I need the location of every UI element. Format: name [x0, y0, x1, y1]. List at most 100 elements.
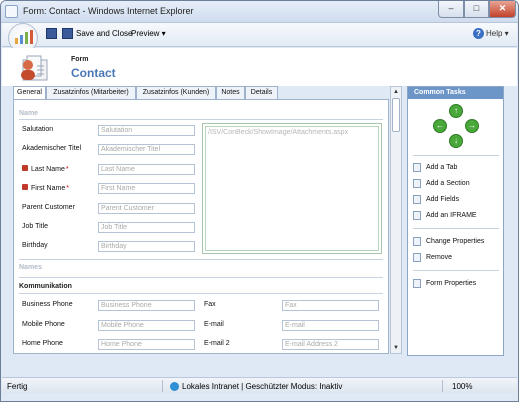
arrow-up-icon[interactable]: ↑: [449, 104, 463, 118]
properties-icon: [413, 237, 421, 246]
common-tasks-title: Common Tasks: [408, 87, 503, 99]
section-name-header: Name: [19, 110, 39, 117]
first-name-field[interactable]: First Name: [98, 183, 195, 194]
page-title: Contact: [71, 66, 116, 80]
status-divider: [162, 380, 163, 392]
tab-zusatzinfos-mitarbeiter[interactable]: Zusatzinfos (Mitarbeiter): [46, 86, 136, 99]
fax-field[interactable]: Fax: [282, 300, 379, 311]
label-first-name-text: First Name: [31, 185, 66, 192]
required-marker: *: [66, 185, 69, 192]
form-canvas: Name Salutation Salutation Akademischer …: [13, 99, 389, 354]
save-icon[interactable]: [46, 28, 57, 39]
common-tasks-panel: Common Tasks ↑ ← → ↓ Add a Tab Add a Sec…: [407, 86, 504, 356]
form-properties-icon: [413, 279, 421, 288]
status-bar: Fertig Lokales Intranet | Geschützter Mo…: [2, 377, 517, 393]
required-marker: *: [65, 166, 69, 173]
security-zone-text: Lokales Intranet | Geschützter Modus: In…: [182, 382, 343, 391]
toolbar: Save and Close Preview ▾ ? Help ▾: [2, 23, 517, 53]
ie-page-icon: [5, 5, 18, 18]
add-tab-label: Add a Tab: [426, 164, 458, 171]
add-tab-icon: [413, 163, 421, 172]
add-fields-link[interactable]: Add Fields: [413, 195, 499, 205]
remove-link[interactable]: Remove: [413, 253, 499, 263]
email-field[interactable]: E-mail: [282, 320, 379, 331]
email-2-field[interactable]: E-mail Address 2: [282, 339, 379, 350]
tasks-divider: [413, 228, 499, 229]
add-iframe-icon: [413, 211, 421, 220]
contact-card-icon: [17, 52, 49, 82]
scroll-thumb[interactable]: [392, 98, 400, 132]
minimize-button[interactable]: –: [438, 1, 464, 18]
label-birthday: Birthday: [22, 242, 48, 249]
add-fields-label: Add Fields: [426, 196, 460, 203]
akademischer-titel-field[interactable]: Akademischer Titel: [98, 144, 195, 155]
remove-icon: [413, 253, 421, 262]
job-title-field[interactable]: Job Title: [98, 222, 195, 233]
label-home-phone: Home Phone: [22, 340, 63, 347]
tab-details[interactable]: Details: [245, 86, 278, 99]
arrow-down-icon[interactable]: ↓: [449, 134, 463, 148]
arrow-left-icon[interactable]: ←: [433, 119, 447, 133]
form-properties-label: Form Properties: [426, 280, 477, 287]
iframe-url: /ISV/ConBeck/ShowImage/Attachments.aspx: [205, 126, 379, 251]
form-scrollbar[interactable]: ▲ ▼: [390, 86, 402, 354]
iframe-box[interactable]: /ISV/ConBeck/ShowImage/Attachments.aspx: [202, 123, 382, 254]
change-properties-link[interactable]: Change Properties: [413, 237, 499, 247]
scroll-down-icon[interactable]: ▼: [391, 343, 401, 353]
last-name-field[interactable]: Last Name: [98, 164, 195, 175]
change-properties-label: Change Properties: [426, 238, 485, 245]
preview-menu[interactable]: Preview ▾: [131, 29, 166, 38]
tab-zusatzinfos-kunden[interactable]: Zusatzinfos (Kunden): [136, 86, 216, 99]
tab-general[interactable]: General: [13, 86, 46, 100]
window-title: Form: Contact - Windows Internet Explore…: [23, 6, 194, 16]
label-parent-customer: Parent Customer: [22, 204, 75, 211]
label-last-name: Last Name*: [22, 165, 69, 173]
birthday-field[interactable]: Birthday: [98, 241, 195, 252]
zoom-level[interactable]: 100%: [452, 382, 472, 391]
tab-notes[interactable]: Notes: [216, 86, 245, 99]
intranet-zone-icon: [170, 382, 179, 391]
add-section-label: Add a Section: [426, 180, 470, 187]
save-and-close-button[interactable]: Save and Close: [76, 29, 132, 38]
save-close-icon[interactable]: [62, 28, 73, 39]
label-fax: Fax: [204, 301, 216, 308]
section-kommunikation-header: Kommunikation: [19, 283, 72, 290]
maximize-button[interactable]: □: [464, 1, 489, 18]
home-phone-field[interactable]: Home Phone: [98, 339, 195, 350]
scroll-up-icon[interactable]: ▲: [391, 87, 401, 97]
add-iframe-label: Add an IFRAME: [426, 212, 477, 219]
label-akademischer-titel: Akademischer Titel: [22, 145, 82, 152]
label-business-phone: Business Phone: [22, 301, 73, 308]
label-job-title: Job Title: [22, 223, 49, 230]
label-first-name: First Name*: [22, 184, 69, 192]
header-subtitle: Form: [71, 56, 89, 63]
section-names-header: Names: [19, 264, 42, 271]
label-mobile-phone: Mobile Phone: [22, 321, 65, 328]
lock-icon: [22, 165, 28, 171]
add-fields-icon: [413, 195, 421, 204]
label-email: E-mail: [204, 321, 224, 328]
label-salutation: Salutation: [22, 126, 54, 133]
parent-customer-field[interactable]: Parent Customer: [98, 203, 195, 214]
business-phone-field[interactable]: Business Phone: [98, 300, 195, 311]
status-text: Fertig: [7, 382, 28, 391]
close-button[interactable]: ✕: [489, 1, 516, 18]
arrow-right-icon[interactable]: →: [465, 119, 479, 133]
form-properties-link[interactable]: Form Properties: [413, 279, 499, 289]
lock-icon: [22, 184, 28, 190]
section-divider: [19, 277, 383, 278]
add-section-link[interactable]: Add a Section: [413, 179, 499, 189]
salutation-field[interactable]: Salutation: [98, 125, 195, 136]
label-last-name-text: Last Name: [31, 166, 65, 173]
remove-label: Remove: [426, 254, 453, 261]
help-icon[interactable]: ?: [473, 28, 484, 39]
tasks-divider: [413, 270, 499, 271]
browser-window: Form: Contact - Windows Internet Explore…: [0, 0, 519, 402]
add-iframe-link[interactable]: Add an IFRAME: [413, 211, 499, 221]
form-header: Form Contact: [2, 48, 517, 86]
title-bar: Form: Contact - Windows Internet Explore…: [1, 1, 518, 23]
label-email-2: E-mail 2: [204, 340, 230, 347]
help-menu[interactable]: Help ▾: [486, 29, 509, 38]
mobile-phone-field[interactable]: Mobile Phone: [98, 320, 195, 331]
add-tab-link[interactable]: Add a Tab: [413, 163, 499, 173]
